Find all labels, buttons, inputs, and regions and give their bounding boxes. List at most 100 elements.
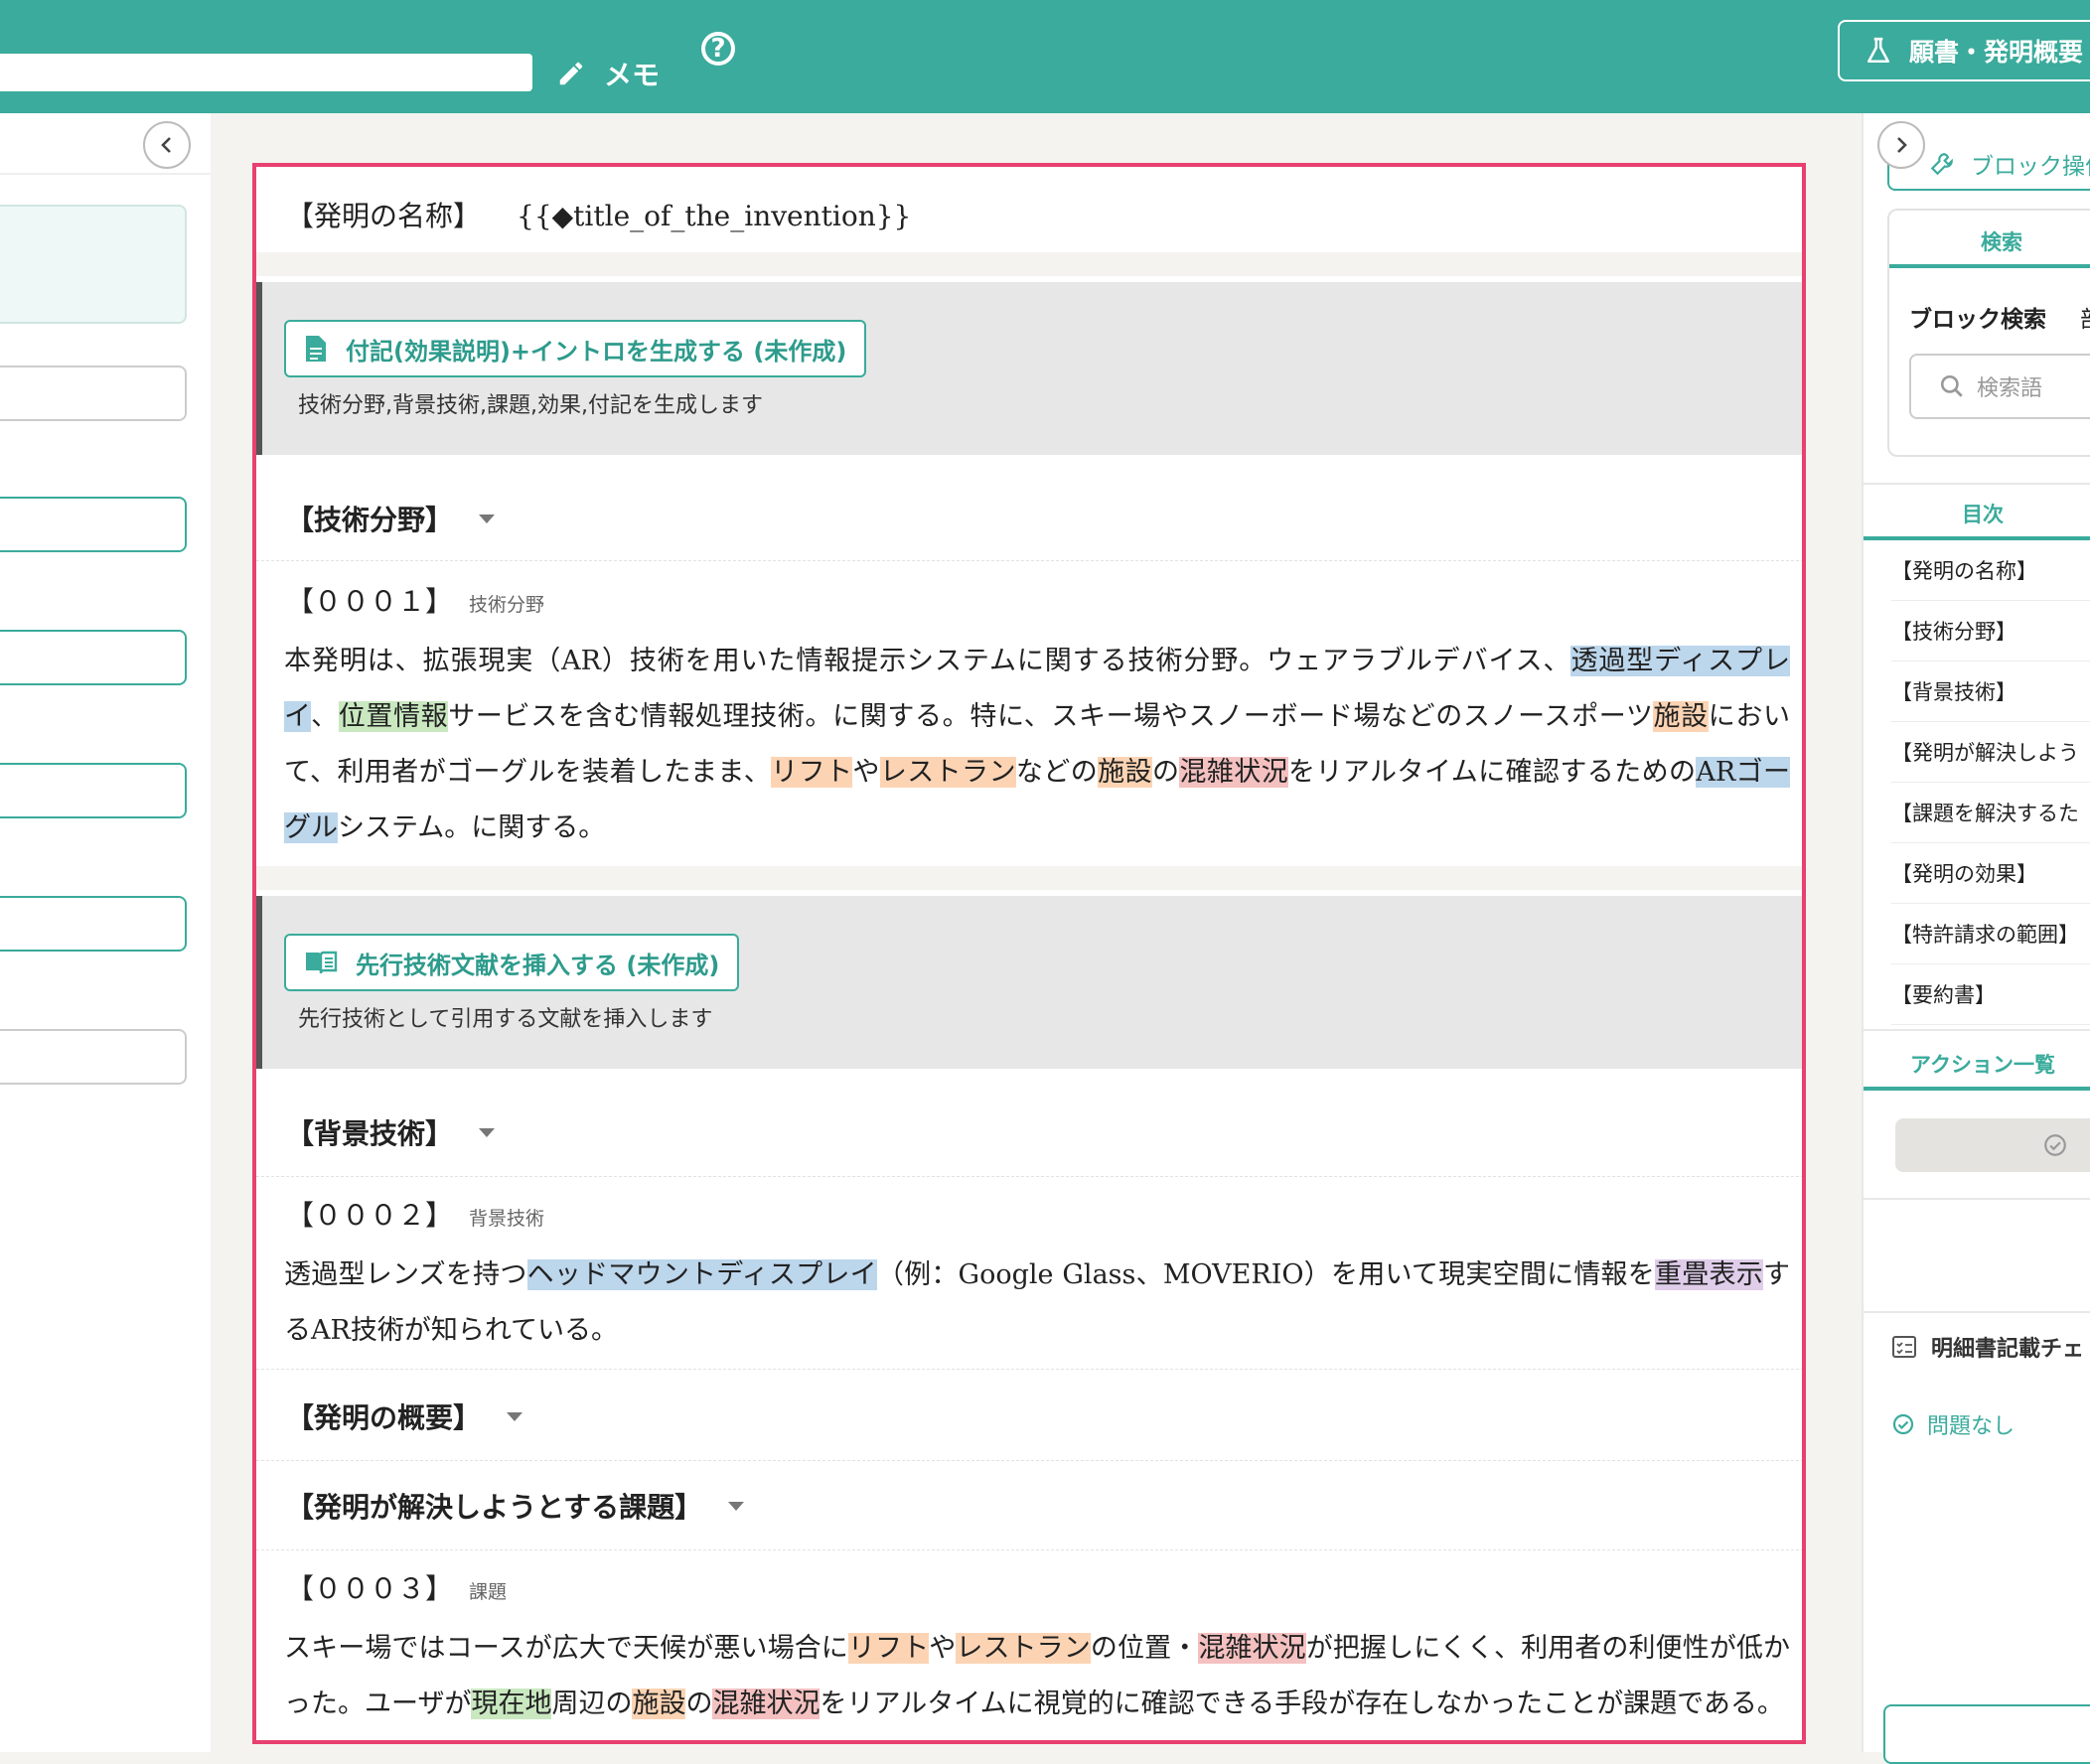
- caret-down-icon[interactable]: [479, 1127, 496, 1137]
- tab-search[interactable]: 検索: [1887, 226, 2090, 256]
- caret-down-icon[interactable]: [479, 514, 496, 523]
- book-icon: [306, 951, 338, 974]
- highlighted-term[interactable]: 混雑状況: [712, 1689, 821, 1719]
- block-operations-label: ブロック操作: [1971, 154, 2090, 180]
- paragraph-3-text[interactable]: スキー場ではコースが広大で天候が悪い場合にリフトやレストランの位置・混雑状況が把…: [284, 1621, 1790, 1732]
- section-summary-heading[interactable]: 【発明の概要】: [286, 1396, 523, 1436]
- paragraph-tag: 技術分野: [469, 594, 545, 616]
- help-icon[interactable]: ?: [701, 32, 735, 66]
- invention-title-label: 【発明の名称】: [286, 200, 482, 232]
- block-search-extra: 部: [2080, 307, 2090, 333]
- divider: [256, 1549, 1804, 1550]
- text-segment: 周辺の: [551, 1689, 633, 1719]
- left-panel-field-2[interactable]: [0, 497, 187, 552]
- section-problem-label: 【発明が解決しようとする課題】: [286, 1491, 703, 1524]
- text-segment: （例：Google Glass、MOVERIO）を用いて現実空間に情報を: [876, 1259, 1656, 1290]
- generate-intro-block: 付記(効果説明)+イントロを生成する (未作成) 技術分野,背景技術,課題,効果…: [256, 282, 1804, 455]
- toc-item[interactable]: 【発明の名称】: [1891, 540, 2090, 601]
- text-segment: や: [852, 757, 880, 788]
- collapse-left-panel-button[interactable]: [143, 121, 191, 169]
- highlighted-term[interactable]: 位置情報: [338, 701, 449, 732]
- text-segment: の位置・: [1090, 1633, 1199, 1664]
- block-search-title: ブロック検索 部: [1909, 300, 2090, 334]
- toc-item[interactable]: 【発明が解決しよう: [1891, 722, 2090, 783]
- divider: [256, 1460, 1804, 1461]
- toc-item[interactable]: 【要約書】: [1891, 964, 2090, 1025]
- paragraph-number: 【０００２】 背景技術: [286, 1194, 544, 1234]
- block-search-label: ブロック検索: [1909, 307, 2046, 333]
- generate-intro-description: 技術分野,背景技術,課題,効果,付記を生成します: [298, 393, 763, 418]
- toc-item[interactable]: 【課題を解決するた: [1891, 783, 2090, 843]
- caret-down-icon[interactable]: [728, 1501, 745, 1511]
- spec-check-label: 明細書記載チェ: [1931, 1337, 2085, 1362]
- section-background-heading[interactable]: 【背景技術】: [286, 1112, 496, 1152]
- generate-intro-button[interactable]: 付記(効果説明)+イントロを生成する (未作成): [284, 320, 867, 377]
- left-panel-field-4[interactable]: [0, 763, 187, 818]
- paragraph-number: 【０００１】 技術分野: [286, 580, 544, 620]
- tab-actions[interactable]: アクション一覧: [1862, 1049, 2090, 1079]
- paragraph-number-label: 【０００１】: [286, 585, 454, 618]
- text-segment: や: [929, 1633, 957, 1664]
- bottom-action-button[interactable]: [1883, 1704, 2090, 1764]
- check-circle-icon: [2044, 1134, 2066, 1156]
- toc-item[interactable]: 【技術分野】: [1891, 601, 2090, 662]
- chevron-right-icon: [1897, 137, 1907, 153]
- caret-down-icon[interactable]: [507, 1411, 523, 1421]
- highlighted-term[interactable]: 現在地: [471, 1689, 552, 1719]
- highlighted-term[interactable]: 施設: [1653, 701, 1709, 732]
- highlighted-term[interactable]: 施設: [632, 1689, 686, 1719]
- document-title-input[interactable]: [0, 54, 532, 91]
- divider: [256, 1369, 1804, 1370]
- highlighted-term[interactable]: 混雑状況: [1198, 1633, 1306, 1664]
- check-status: 問題なし: [1891, 1408, 2015, 1440]
- highlighted-term[interactable]: リフト: [771, 757, 853, 788]
- left-panel-field-6[interactable]: [0, 1029, 187, 1085]
- toc-item[interactable]: 【背景技術】: [1891, 662, 2090, 722]
- toc-item[interactable]: 【発明の効果】: [1891, 843, 2090, 904]
- divider: [1862, 1198, 2090, 1200]
- application-summary-button[interactable]: 願書・発明概要: [1838, 20, 2090, 81]
- text-segment: 、: [311, 701, 339, 732]
- divider: [256, 560, 1804, 561]
- highlighted-term[interactable]: レストラン: [956, 1633, 1091, 1664]
- paragraph-number: 【０００３】 課題: [286, 1567, 507, 1607]
- paragraph-tag: 課題: [469, 1581, 508, 1603]
- memo-label: メモ: [604, 59, 661, 91]
- search-input[interactable]: 検索語: [1909, 354, 2090, 419]
- insert-prior-art-button[interactable]: 先行技術文献を挿入する (未作成): [284, 934, 740, 991]
- document-editor: 【発明の名称】 {{◆title_of_the_invention}} 付記(効果…: [256, 165, 1804, 1744]
- section-problem-heading[interactable]: 【発明が解決しようとする課題】: [286, 1486, 745, 1526]
- expand-right-panel-button[interactable]: [1877, 121, 1925, 169]
- action-button[interactable]: [1895, 1118, 2090, 1172]
- left-panel-field-1[interactable]: [0, 366, 187, 421]
- highlighted-term[interactable]: 施設: [1098, 757, 1152, 788]
- paragraph-1-text[interactable]: 本発明は、拡張現実（AR）技術を用いた情報提示システムに関する技術分野。ウェアラ…: [284, 634, 1791, 856]
- text-segment: をリアルタイムに確認するための: [1288, 757, 1697, 788]
- toc-item[interactable]: 【特許請求の範囲】: [1891, 904, 2090, 964]
- left-panel-divider: [0, 173, 211, 175]
- left-panel-field-3[interactable]: [0, 630, 187, 685]
- checklist-icon: [1892, 1336, 1916, 1358]
- text-segment: システム。に関する。: [338, 812, 606, 843]
- section-tech-field-label: 【技術分野】: [286, 504, 454, 536]
- highlighted-term[interactable]: レストラン: [879, 757, 1016, 788]
- wrench-icon: [1930, 153, 1953, 176]
- check-status-label: 問題なし: [1927, 1414, 2015, 1439]
- left-panel: [0, 113, 211, 1752]
- highlighted-term[interactable]: ヘッドマウントディスプレイ: [526, 1259, 877, 1290]
- section-tech-field-heading[interactable]: 【技術分野】: [286, 499, 496, 538]
- tab-toc[interactable]: 目次: [1862, 499, 2090, 528]
- text-segment: の: [685, 1689, 713, 1719]
- tab-actions-underline: [1864, 1087, 2090, 1091]
- paragraph-2-text[interactable]: 透過型レンズを持つヘッドマウントディスプレイ（例：Google Glass、MO…: [284, 1248, 1790, 1359]
- invention-title-value[interactable]: {{◆title_of_the_invention}}: [517, 200, 911, 232]
- left-panel-field-5[interactable]: [0, 896, 187, 952]
- generate-intro-label: 付記(効果説明)+イントロを生成する (未作成): [346, 337, 847, 366]
- left-panel-card[interactable]: [0, 205, 187, 324]
- divider: [1862, 1029, 2090, 1031]
- highlighted-term[interactable]: リフト: [847, 1633, 930, 1664]
- memo-button[interactable]: メモ: [556, 52, 660, 95]
- section-background-label: 【背景技術】: [286, 1117, 454, 1150]
- highlighted-term[interactable]: 重畳表示: [1655, 1259, 1764, 1290]
- highlighted-term[interactable]: 混雑状況: [1179, 757, 1289, 788]
